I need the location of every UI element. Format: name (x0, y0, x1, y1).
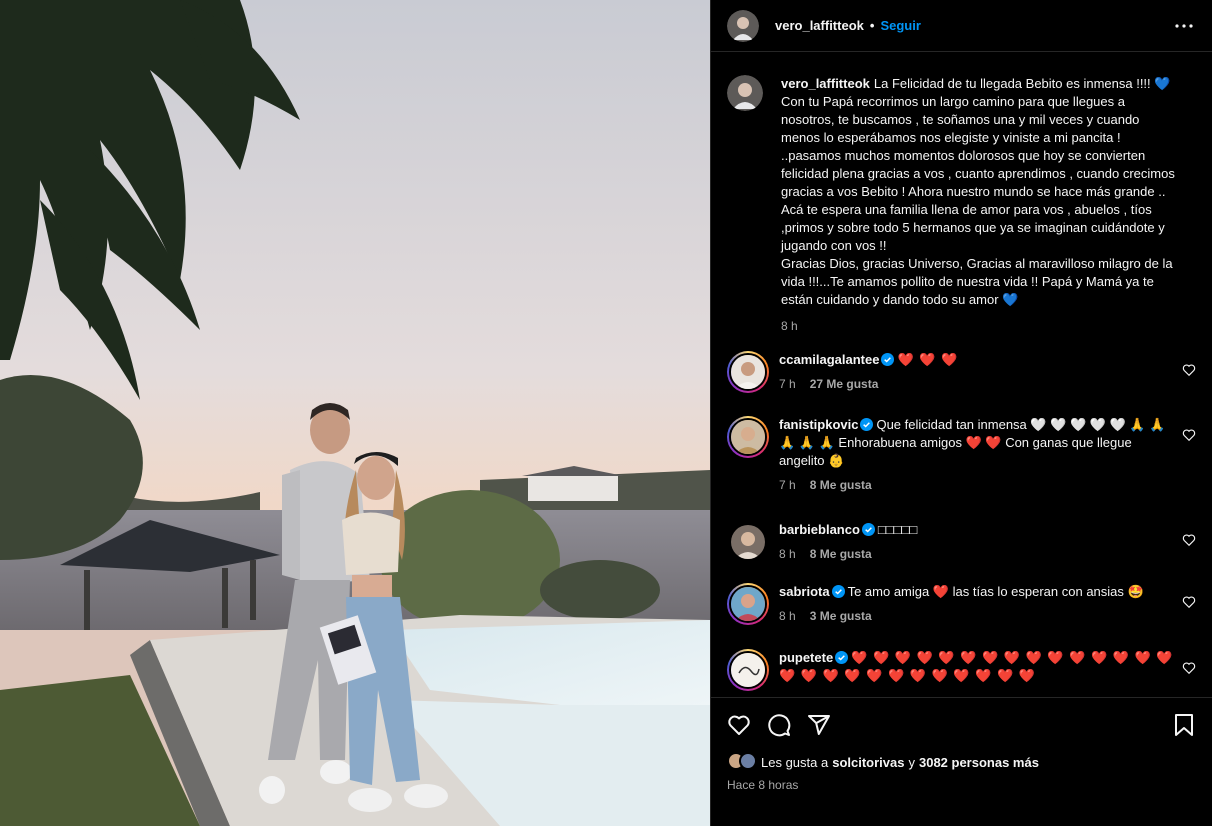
post-actions: Les gusta a solcitorivas y 3082 personas… (711, 697, 1212, 826)
caption-line: ,primos y sobre todo 5 hermanos que ya s… (781, 220, 1165, 235)
comment-text: ❤️ ❤️ ❤️ (897, 352, 959, 367)
comment-time[interactable]: 8 h (779, 545, 796, 563)
caption-line: están cuidando y dando todo su amor 💙 (781, 292, 1019, 307)
caption-line: menos lo esperábamos nos elegiste y vini… (781, 130, 1121, 145)
comment-avatar[interactable] (731, 525, 765, 559)
comment-item: fanistipkovic Que felicidad tan inmensa 🤍… (727, 416, 1196, 494)
comment-time[interactable]: 7 h (779, 476, 796, 494)
comment-likes[interactable]: 3 Me gusta (810, 607, 872, 625)
caption-text: vero_laffitteok La Felicidad de tu llegad… (781, 75, 1196, 335)
likes-summary[interactable]: Les gusta a solcitorivas y 3082 personas… (727, 752, 1196, 772)
comment-avatar[interactable] (727, 649, 769, 691)
caption-avatar[interactable] (727, 75, 763, 111)
comments-section[interactable]: vero_laffitteok La Felicidad de tu llegad… (711, 53, 1212, 697)
author-avatar[interactable] (727, 9, 759, 42)
comment-item: ccamilagalantee ❤️ ❤️ ❤️ 7 h 27 Me gusta (727, 351, 1196, 393)
post-side-panel: vero_laffitteok • Seguir vero_laffitteok… (710, 0, 1212, 826)
comment-text: □□□□□ (877, 522, 918, 537)
caption-time: 8 h (781, 319, 798, 333)
follow-button[interactable]: Seguir (880, 18, 920, 33)
caption-line: Acá te espera una familia llena de amor … (781, 202, 1152, 217)
post-header: vero_laffitteok • Seguir (711, 0, 1212, 52)
more-horizontal-icon[interactable] (1172, 14, 1196, 38)
verified-badge-icon (831, 585, 845, 598)
likes-user[interactable]: solcitorivas (832, 755, 904, 770)
verified-badge-icon (835, 651, 849, 664)
comment-username[interactable]: barbieblanco (779, 522, 860, 537)
comment-text: Te amo amiga ❤️ las tías lo esperan con … (847, 584, 1144, 599)
comment-username[interactable]: pupetete (779, 650, 833, 665)
comment-avatar[interactable] (727, 351, 769, 393)
photo-illustration (0, 0, 710, 826)
comment-like-heart-icon[interactable] (1182, 428, 1196, 442)
comment-username[interactable]: sabriota (779, 584, 830, 599)
comment-like-heart-icon[interactable] (1182, 533, 1196, 547)
likers-avatars (727, 752, 757, 772)
comment-item: pupetete ❤️ ❤️ ❤️ ❤️ ❤️ ❤️ ❤️ ❤️ ❤️ ❤️ ❤️… (727, 649, 1196, 691)
comment-item: sabriota Te amo amiga ❤️ las tías lo espe… (727, 583, 1196, 625)
comment-likes[interactable]: 8 Me gusta (810, 545, 872, 563)
comment-like-heart-icon[interactable] (1182, 595, 1196, 609)
post-caption: vero_laffitteok La Felicidad de tu llegad… (727, 53, 1196, 335)
caption-line: felicidad plena gracias a vos , cuanto a… (781, 166, 1175, 181)
comment-item: barbieblanco □□□□□ 8 h 8 Me gusta (727, 521, 1196, 563)
caption-line: Con tu Papá recorrimos un largo camino p… (781, 94, 1125, 109)
separator-dot: • (869, 18, 875, 33)
comment-likes[interactable]: 8 Me gusta (810, 476, 872, 494)
caption-line: jugando con vos !! (781, 238, 887, 253)
caption-line: vida !!!...Te amamos pollito de nuestra … (781, 274, 1154, 289)
post-photo[interactable] (0, 0, 710, 826)
bookmark-icon[interactable] (1172, 713, 1196, 737)
heart-icon[interactable] (727, 713, 751, 737)
comment-username[interactable]: ccamilagalantee (779, 352, 879, 367)
post-modal: vero_laffitteok • Seguir vero_laffitteok… (0, 0, 1212, 826)
likes-count[interactable]: 3082 personas más (919, 755, 1039, 770)
comment-like-heart-icon[interactable] (1182, 661, 1196, 675)
likes-middle: y (908, 754, 915, 770)
caption-username[interactable]: vero_laffitteok (781, 76, 870, 91)
action-icons-row (727, 698, 1196, 752)
share-icon[interactable] (807, 713, 831, 737)
comment-avatar[interactable] (727, 416, 769, 458)
comment-likes[interactable]: 27 Me gusta (810, 375, 879, 393)
verified-badge-icon (881, 353, 895, 366)
posted-time: Hace 8 horas (727, 778, 799, 792)
caption-line: La Felicidad de tu llegada Bebito es inm… (873, 76, 1171, 91)
caption-line: ..pasamos muchos momentos dolorosos que … (781, 148, 1146, 163)
verified-badge-icon (860, 418, 874, 431)
comment-time[interactable]: 8 h (779, 607, 796, 625)
author-username[interactable]: vero_laffitteok (775, 18, 864, 33)
caption-line: gracias a vos Bebito ! Ahora nuestro mun… (781, 184, 1166, 199)
comment-time[interactable]: 7 h (779, 375, 796, 393)
liker-avatar (739, 752, 757, 770)
caption-line: nosotros, te buscamos , te soñamos una y… (781, 112, 1140, 127)
verified-badge-icon (861, 523, 875, 536)
comment-icon[interactable] (767, 713, 791, 737)
comment-like-heart-icon[interactable] (1182, 363, 1196, 377)
likes-prefix: Les gusta a (761, 754, 829, 770)
caption-line: Gracias Dios, gracias Universo, Gracias … (781, 256, 1173, 271)
comment-username[interactable]: fanistipkovic (779, 417, 858, 432)
comment-avatar[interactable] (727, 583, 769, 625)
